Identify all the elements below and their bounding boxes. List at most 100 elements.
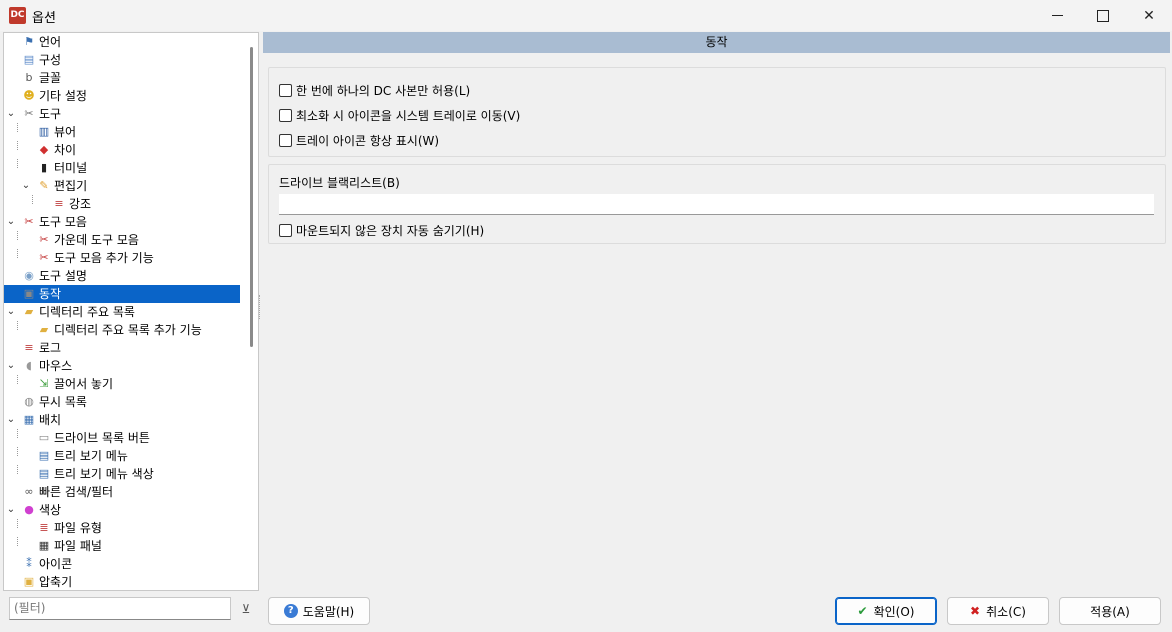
tree-item-label: 디렉터리 주요 목록 추가 기능 xyxy=(54,323,202,337)
tree-item-label: 구성 xyxy=(39,53,62,67)
tree-item-label: 트리 보기 메뉴 색상 xyxy=(54,467,154,481)
tree-item[interactable]: ⌄ ✎ 편집기 xyxy=(4,177,240,195)
tree-guide-line xyxy=(17,465,18,474)
option-auto-hide-unmounted[interactable]: 마운트되지 않은 장치 자동 숨기기(H) xyxy=(279,222,484,238)
tree-item-label: 무시 목록 xyxy=(39,395,87,409)
always-show-tray-checkbox[interactable] xyxy=(279,133,292,147)
tree-item-label: 배치 xyxy=(39,413,62,427)
tree-item[interactable]: ▤ 트리 보기 메뉴 색상 xyxy=(4,465,240,483)
tree-guide-line xyxy=(17,123,18,132)
tree-item[interactable]: ≡ 강조 xyxy=(4,195,240,213)
cancel-button[interactable]: ✖ 취소(C) xyxy=(947,597,1049,625)
chevron-down-icon[interactable]: ⌄ xyxy=(6,411,16,429)
tree-item[interactable]: ⌄ ✂ 도구 xyxy=(4,105,240,123)
flag-icon: ⚑ xyxy=(24,35,34,48)
archiver-icon: ▣ xyxy=(23,575,35,588)
tree-item[interactable]: ▤ 트리 보기 메뉴 xyxy=(4,447,240,465)
tree-item[interactable]: ⌄ ▦ 배치 xyxy=(4,411,240,429)
checkmark-icon: ✔ xyxy=(857,604,868,618)
tree-filter-input[interactable]: (필터) xyxy=(9,597,231,620)
maximize-button[interactable] xyxy=(1080,0,1126,31)
tree-item[interactable]: ≡ 로그 xyxy=(4,339,240,357)
help-icon: ? xyxy=(283,604,298,618)
tree-item[interactable]: ⇲ 끌어서 놓기 xyxy=(4,375,240,393)
tree-item-label: 디렉터리 주요 목록 xyxy=(39,305,135,319)
tree-item[interactable]: ⌄ ✂ 도구 모음 xyxy=(4,213,240,231)
drive-blacklist-input[interactable] xyxy=(279,194,1154,215)
ok-button[interactable]: ✔ 확인(O) xyxy=(835,597,937,625)
tree-item[interactable]: ☻ 기타 설정 xyxy=(4,87,240,105)
single-instance-label: 한 번에 하나의 DC 사본만 허용(L) xyxy=(296,83,471,98)
highlight-icon: ≡ xyxy=(54,197,64,210)
tree-item[interactable]: ▮ 터미널 xyxy=(4,159,240,177)
tree-item-label: 글꼴 xyxy=(39,71,62,85)
auto-hide-checkbox[interactable] xyxy=(279,223,292,237)
title-bar: DC 옵션 ✕ xyxy=(0,0,1172,31)
tree-item[interactable]: ◍ 무시 목록 xyxy=(4,393,240,411)
single-instance-checkbox[interactable] xyxy=(279,83,292,97)
help-button[interactable]: ? 도움말(H) xyxy=(268,597,370,625)
chevron-down-icon[interactable]: ⌄ xyxy=(6,303,16,321)
tree-item[interactable]: ✂ 가운데 도구 모음 xyxy=(4,231,240,249)
tree-item[interactable]: ⌄ ● 색상 xyxy=(4,501,240,519)
tree-item-label: 끌어서 놓기 xyxy=(54,377,114,391)
tree-guide-line xyxy=(17,375,18,384)
folder-icon: ▰ xyxy=(39,323,49,336)
chevron-down-icon[interactable]: ⌄ xyxy=(6,357,16,375)
font-icon: b xyxy=(25,71,33,84)
tree-scrollbar-thumb[interactable] xyxy=(250,47,253,347)
chevron-down-icon[interactable]: ⌄ xyxy=(21,177,31,195)
color-wheel-icon: ● xyxy=(24,503,34,516)
tree-item[interactable]: ⁑ 아이콘 xyxy=(4,555,240,573)
tree-item-label: 트리 보기 메뉴 xyxy=(54,449,128,463)
option-minimize-to-tray[interactable]: 최소화 시 아이콘을 시스템 트레이로 이동(V) xyxy=(279,107,520,123)
tree-item[interactable]: ⚑ 언어 xyxy=(4,33,240,51)
window-title: 옵션 xyxy=(32,11,56,26)
tree-item-label: 색상 xyxy=(39,503,62,517)
editor-icon: ✎ xyxy=(39,179,49,192)
tree-item[interactable]: ◉ 도구 설명 xyxy=(4,267,240,285)
chevron-down-icon[interactable]: ⌄ xyxy=(6,105,16,123)
tree-item-label: 로그 xyxy=(39,341,62,355)
tree-item[interactable]: ▭ 드라이브 목록 버튼 xyxy=(4,429,240,447)
tree-item[interactable]: ▥ 뷰어 xyxy=(4,123,240,141)
chevron-down-icon[interactable]: ⌄ xyxy=(6,501,16,519)
option-single-instance[interactable]: 한 번에 하나의 DC 사본만 허용(L) xyxy=(279,82,470,98)
minimize-to-tray-checkbox[interactable] xyxy=(279,108,292,122)
tree-menu-icon: ▤ xyxy=(38,449,50,462)
tree-item[interactable]: ≣ 파일 유형 xyxy=(4,519,240,537)
tree-item[interactable]: ⌄ ◖ 마우스 xyxy=(4,357,240,375)
tree-item[interactable]: ⌄ ▰ 디렉터리 주요 목록 xyxy=(4,303,240,321)
config-icon: ▤ xyxy=(23,53,35,66)
tree-item-label: 동작 xyxy=(39,287,62,301)
minimize-icon xyxy=(1051,15,1063,16)
tree-guide-line xyxy=(17,231,18,240)
tree-item[interactable]: b 글꼴 xyxy=(4,69,240,87)
tree-item[interactable]: ✂ 도구 모음 추가 기능 xyxy=(4,249,240,267)
viewer-icon: ▥ xyxy=(38,125,50,138)
apply-button[interactable]: 적용(A) xyxy=(1059,597,1161,625)
drive-blacklist-group: 드라이브 블랙리스트(B) 마운트되지 않은 장치 자동 숨기기(H) xyxy=(268,164,1166,244)
tree-item[interactable]: ▦ 파일 패널 xyxy=(4,537,240,555)
tree-item-label: 터미널 xyxy=(54,161,88,175)
tree-item[interactable]: ▰ 디렉터리 주요 목록 추가 기능 xyxy=(4,321,240,339)
option-always-show-tray[interactable]: 트레이 아이콘 항상 표시(W) xyxy=(279,132,439,148)
tree-item-label: 도구 xyxy=(39,107,62,121)
options-tree[interactable]: ⚑ 언어 ▤ 구성 b 글꼴 ☻ 기타 설정 ⌄ ✂ 도구 ▥ 뷰어 ◆ 차이 ▮ 터미널 ⌄ ✎ 편집기 ≡ 강조 ⌄ ✂ 도… xyxy=(3,32,259,591)
close-button[interactable]: ✕ xyxy=(1126,0,1172,31)
smiley-icon: ☻ xyxy=(23,89,35,102)
tree-item-label: 빠른 검색/필터 xyxy=(39,485,114,499)
chevron-down-icon[interactable]: ⌄ xyxy=(6,213,16,231)
minimize-button[interactable] xyxy=(1034,0,1080,31)
tree-item[interactable]: ◆ 차이 xyxy=(4,141,240,159)
tree-guide-line xyxy=(17,249,18,258)
filter-clear-icon[interactable]: ⊻ xyxy=(237,601,255,617)
tree-item[interactable]: ▣ 동작 xyxy=(4,285,240,303)
file-type-icon: ≣ xyxy=(39,521,49,534)
tree-item[interactable]: ▣ 압축기 xyxy=(4,573,240,590)
tree-item-label: 아이콘 xyxy=(39,557,73,571)
tree-item-label: 가운데 도구 모음 xyxy=(54,233,139,247)
tree-item[interactable]: ∞ 빠른 검색/필터 xyxy=(4,483,240,501)
panel-splitter[interactable] xyxy=(259,295,262,319)
tree-item[interactable]: ▤ 구성 xyxy=(4,51,240,69)
